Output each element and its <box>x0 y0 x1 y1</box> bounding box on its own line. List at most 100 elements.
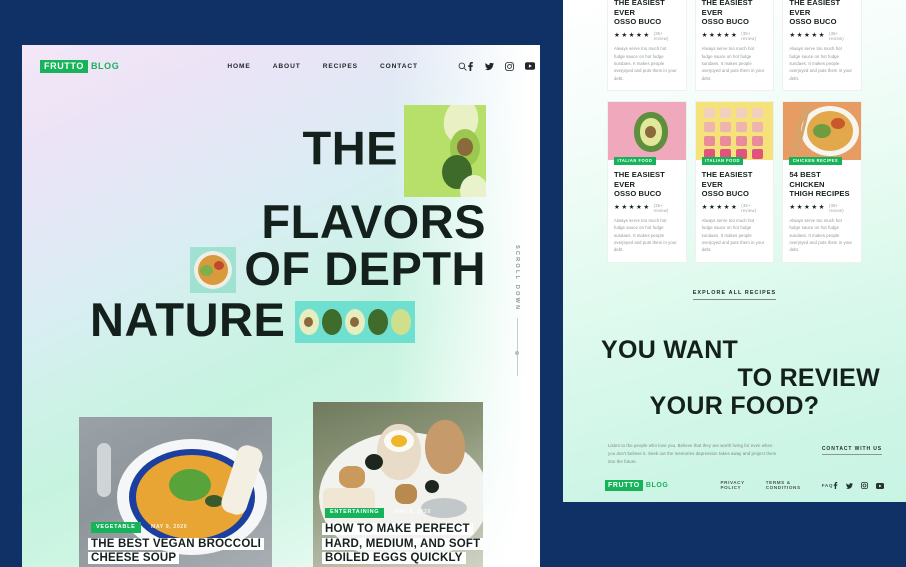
recipe-card[interactable]: ITALIAN FOOD THE EASIEST EVER OSSO BUCO … <box>607 0 687 91</box>
explore-all-recipes-button[interactable]: EXPLORE ALL RECIPES <box>692 290 777 300</box>
instagram-icon[interactable] <box>505 61 514 71</box>
scroll-down-indicator[interactable]: SCROLL DOWN <box>514 245 520 377</box>
nav-item-home[interactable]: HOME <box>227 63 250 70</box>
recipe-title-line-2: THIGH RECIPES <box>789 189 850 199</box>
recipe-title[interactable]: THE EASIEST EVER OSSO BUCO <box>789 0 854 27</box>
review-count: (35+ review) <box>828 203 844 214</box>
recipe-title-line-2: OSSO BUCO <box>614 17 662 27</box>
star-icon: ★ <box>730 31 737 39</box>
star-icon: ★ <box>628 203 635 211</box>
review-heading-line-2: TO REVIEW <box>737 363 880 392</box>
recipe-title[interactable]: 54 BEST CHICKEN THIGH RECIPES <box>789 170 854 199</box>
hero-section: THE FLAVORS OF DEPTH NATURE <box>22 87 540 347</box>
star-icon: ★ <box>643 203 650 211</box>
youtube-icon[interactable] <box>876 476 884 494</box>
recipe-title[interactable]: THE EASIEST EVER OSSO BUCO <box>614 0 679 27</box>
footer-links: PRIVACY POLICY · TERMS & CONDITIONS · FA… <box>720 480 833 490</box>
contact-with-us-button[interactable]: CONTACT WITH US <box>821 446 882 455</box>
recipe-title[interactable]: THE EASIEST EVER OSSO BUCO <box>702 170 767 199</box>
star-icon: ★ <box>796 31 803 39</box>
review-count: (35+ review) <box>741 31 757 42</box>
recipe-category-tag[interactable]: ITALIAN FOOD <box>701 156 744 165</box>
recipe-title-line-1: THE EASIEST EVER <box>789 0 841 17</box>
star-icon: ★ <box>614 31 620 39</box>
recipe-title-line-2: OSSO BUCO <box>789 17 837 27</box>
star-icon: ★ <box>716 203 723 211</box>
search-icon[interactable] <box>458 62 467 71</box>
recipe-description: Always serve too much hot fudge sauce on… <box>789 218 853 253</box>
star-icon: ★ <box>635 203 642 211</box>
footer-separator: · <box>759 482 761 488</box>
header-social-links <box>467 61 535 71</box>
hero-line-1: THE <box>302 121 398 175</box>
explore-all-recipes-wrap: EXPLORE ALL RECIPES <box>563 281 906 300</box>
hero-avocado-row-image <box>295 300 416 343</box>
footer-logo[interactable]: FRUTTO BLOG <box>605 479 669 491</box>
star-icon: ★ <box>730 203 737 211</box>
featured-post-card[interactable]: ENTERTAINING MAY 9, 2020 HOW TO MAKE PER… <box>313 402 483 567</box>
recipe-title-line-1: THE EASIEST EVER <box>614 169 665 189</box>
star-icon: ★ <box>708 203 715 211</box>
twitter-icon[interactable] <box>484 62 494 71</box>
review-heading-line-1: YOU WANT <box>601 335 739 364</box>
star-icon: ★ <box>643 31 650 39</box>
footer-link-terms-conditions[interactable]: TERMS & CONDITIONS <box>766 480 810 490</box>
recipe-rating: ★ ★ ★ ★ ★ (35+ review) <box>614 203 679 213</box>
logo[interactable]: FRUTTO BLOG <box>40 59 119 73</box>
featured-post-card[interactable]: VEGETABLE MAY 9, 2020 THE BEST VEGAN BRO… <box>79 417 272 567</box>
review-cta-footer: Listen to the people who love you. Belie… <box>563 420 906 466</box>
recipe-card[interactable]: ITALIAN FOOD THE EASIEST EVER OSSO BUCO … <box>694 100 775 263</box>
recipe-title-line-2: OSSO BUCO <box>614 189 662 199</box>
review-count: (35+ review) <box>741 203 757 214</box>
post-category-tag[interactable]: VEGETABLE <box>91 522 141 533</box>
facebook-icon[interactable] <box>833 476 838 494</box>
post-category-tag[interactable]: ENTERTAINING <box>325 507 385 519</box>
recipe-card-body: THE EASIEST EVER OSSO BUCO ★ ★ ★ ★ ★ (35… <box>608 167 686 262</box>
nav-item-about[interactable]: ABOUT <box>273 63 301 70</box>
twitter-icon[interactable] <box>846 476 853 494</box>
recipe-card-grid-top: ITALIAN FOOD THE EASIEST EVER OSSO BUCO … <box>563 0 906 91</box>
recipe-title[interactable]: THE EASIEST EVER OSSO BUCO <box>702 0 767 27</box>
star-icon: ★ <box>621 31 628 39</box>
recipe-title-line-1: THE EASIEST EVER <box>701 0 753 17</box>
review-count: (35+ review) <box>828 31 844 42</box>
footer-link-privacy-policy[interactable]: PRIVACY POLICY <box>720 480 754 490</box>
scroll-down-dot <box>515 351 519 356</box>
footer-logo-word: BLOG <box>645 481 669 489</box>
star-icon: ★ <box>701 203 708 211</box>
recipe-category-tag[interactable]: CHICKEN RECIPES <box>789 156 842 165</box>
review-count: (35+ review) <box>653 31 669 42</box>
youtube-icon[interactable] <box>524 62 535 70</box>
post-title-line-2: HARD, MEDIUM, AND SOFT <box>325 537 481 550</box>
post-title[interactable]: HOW TO MAKE PERFECT HARD, MEDIUM, AND SO… <box>325 522 483 565</box>
star-icon: ★ <box>811 203 818 211</box>
hero-heading: THE FLAVORS OF DEPTH NATURE <box>22 105 504 347</box>
featured-posts: VEGETABLE MAY 9, 2020 THE BEST VEGAN BRO… <box>22 402 540 567</box>
nav-item-contact[interactable]: CONTACT <box>380 63 418 70</box>
hero-line-2: FLAVORS <box>261 195 486 248</box>
recipe-category-tag[interactable]: ITALIAN FOOD <box>614 156 656 165</box>
site-footer: FRUTTO BLOG PRIVACY POLICY · TERMS & CON… <box>563 468 906 502</box>
recipe-card[interactable]: ITALIAN FOOD THE EASIEST EVER OSSO BUCO … <box>607 100 687 263</box>
facebook-icon[interactable] <box>467 61 474 71</box>
recipe-card[interactable]: ITALIAN FOOD THE EASIEST EVER OSSO BUCO … <box>694 0 775 91</box>
instagram-icon[interactable] <box>861 476 868 494</box>
recipe-card[interactable]: CHICKEN RECIPES 54 BEST CHICKEN THIGH RE… <box>782 100 862 263</box>
post-meta: ENTERTAINING MAY 9, 2020 HOW TO MAKE PER… <box>313 500 483 567</box>
recipe-title-line-1: THE EASIEST EVER <box>614 0 665 17</box>
recipe-title[interactable]: THE EASIEST EVER OSSO BUCO <box>614 170 679 199</box>
review-copy: Listen to the people who love you. Belie… <box>608 442 777 464</box>
footer-link-faq[interactable]: FAQ <box>822 483 833 488</box>
recipe-title-line-2: OSSO BUCO <box>701 189 749 199</box>
recipe-rating: ★ ★ ★ ★ ★ (35+ review) <box>789 31 854 41</box>
post-meta: VEGETABLE MAY 9, 2020 THE BEST VEGAN BRO… <box>79 515 272 567</box>
review-heading-line-3: YOUR FOOD? <box>649 391 820 420</box>
hero-line-4: NATURE <box>90 293 286 347</box>
post-date: MAY 9, 2020 <box>150 523 188 530</box>
post-title-line-2: CHEESE SOUP <box>91 551 177 564</box>
site-header: FRUTTO BLOG HOME ABOUT RECIPES CONTACT <box>22 45 540 87</box>
post-title[interactable]: THE BEST VEGAN BROCCOLI CHEESE SOUP <box>91 537 272 566</box>
recipe-card[interactable]: ITALIAN FOOD THE EASIEST EVER OSSO BUCO … <box>782 0 862 91</box>
post-title-line-1: THE BEST VEGAN BROCCOLI <box>91 537 262 550</box>
nav-item-recipes[interactable]: RECIPES <box>323 63 358 70</box>
